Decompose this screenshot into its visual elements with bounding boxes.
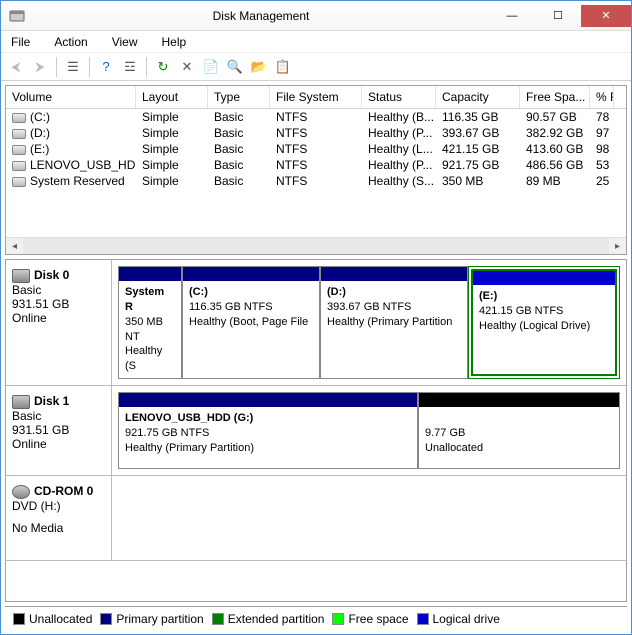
horizontal-scrollbar[interactable]: ◂ ▸	[6, 237, 626, 254]
show-hide-button[interactable]: ☰	[62, 56, 84, 78]
disk-info[interactable]: Disk 1 Basic 931.51 GB Online	[6, 386, 112, 475]
cdrom-icon	[12, 485, 30, 499]
col-volume[interactable]: Volume	[6, 86, 136, 108]
col-capacity[interactable]: Capacity	[436, 86, 520, 108]
refresh-button[interactable]: ↻	[152, 56, 174, 78]
disk-row: Disk 0 Basic 931.51 GB Online System R35…	[6, 260, 626, 386]
drive-icon	[12, 129, 26, 139]
column-headers[interactable]: Volume Layout Type File System Status Ca…	[6, 86, 626, 109]
drive-icon	[12, 161, 26, 171]
delete-button[interactable]: ✕	[176, 56, 198, 78]
menu-view[interactable]: View	[106, 33, 144, 51]
col-pct[interactable]: % F	[590, 86, 614, 108]
partition-g[interactable]: LENOVO_USB_HDD (G:)921.75 GB NTFSHealthy…	[118, 392, 418, 469]
partition-c[interactable]: (C:)116.35 GB NTFSHealthy (Boot, Page Fi…	[182, 266, 320, 379]
menu-action[interactable]: Action	[48, 33, 93, 51]
disk-row: CD-ROM 0 DVD (H:) No Media	[6, 476, 626, 561]
partition-system-reserved[interactable]: System R350 MB NTHealthy (S	[118, 266, 182, 379]
open-button[interactable]: 📂	[248, 56, 270, 78]
volume-row[interactable]: (E:)SimpleBasicNTFSHealthy (L...421.15 G…	[6, 141, 626, 157]
volume-row[interactable]: System ReservedSimpleBasicNTFSHealthy (S…	[6, 173, 626, 189]
partition-unallocated[interactable]: 9.77 GBUnallocated	[418, 392, 620, 469]
scroll-right-icon[interactable]: ▸	[609, 238, 626, 255]
help-button[interactable]: ?	[95, 56, 117, 78]
volume-rows: (C:)SimpleBasicNTFSHealthy (B...116.35 G…	[6, 109, 626, 237]
titlebar: Disk Management — ☐ ✕	[1, 1, 631, 31]
col-status[interactable]: Status	[362, 86, 436, 108]
volume-row[interactable]: (C:)SimpleBasicNTFSHealthy (B...116.35 G…	[6, 109, 626, 125]
volume-list: Volume Layout Type File System Status Ca…	[5, 85, 627, 255]
maximize-button[interactable]: ☐	[535, 5, 581, 27]
col-free[interactable]: Free Spa...	[520, 86, 590, 108]
app-icon	[9, 8, 25, 24]
minimize-button[interactable]: —	[489, 5, 535, 27]
volume-row[interactable]: LENOVO_USB_HD...SimpleBasicNTFSHealthy (…	[6, 157, 626, 173]
menu-file[interactable]: File	[5, 33, 36, 51]
extended-partition: (E:)421.15 GB NTFSHealthy (Logical Drive…	[468, 266, 620, 379]
drive-icon	[12, 145, 26, 155]
toolbar: ⮜ ⮞ ☰ ? ☲ ↻ ✕ 📄 🔍 📂 📋	[1, 53, 631, 81]
disk-icon	[12, 395, 30, 409]
drive-icon	[12, 113, 26, 123]
menu-help[interactable]: Help	[156, 33, 193, 51]
disk-info[interactable]: CD-ROM 0 DVD (H:) No Media	[6, 476, 112, 560]
window-title: Disk Management	[33, 9, 489, 23]
properties-button[interactable]: 📄	[200, 56, 222, 78]
col-fs[interactable]: File System	[270, 86, 362, 108]
scroll-left-icon[interactable]: ◂	[6, 238, 23, 255]
menubar: File Action View Help	[1, 31, 631, 53]
disk-info[interactable]: Disk 0 Basic 931.51 GB Online	[6, 260, 112, 385]
settings-button[interactable]: ☲	[119, 56, 141, 78]
drive-icon	[12, 177, 26, 187]
legend: Unallocated Primary partition Extended p…	[5, 606, 627, 630]
disk-row: Disk 1 Basic 931.51 GB Online LENOVO_USB…	[6, 386, 626, 476]
col-type[interactable]: Type	[208, 86, 270, 108]
volume-row[interactable]: (D:)SimpleBasicNTFSHealthy (P...393.67 G…	[6, 125, 626, 141]
close-button[interactable]: ✕	[581, 5, 631, 27]
forward-button: ⮞	[29, 56, 51, 78]
action-button[interactable]: 📋	[272, 56, 294, 78]
col-layout[interactable]: Layout	[136, 86, 208, 108]
rescan-button[interactable]: 🔍	[224, 56, 246, 78]
back-button: ⮜	[5, 56, 27, 78]
partition-e[interactable]: (E:)421.15 GB NTFSHealthy (Logical Drive…	[471, 269, 617, 376]
disk-graphical-view: Disk 0 Basic 931.51 GB Online System R35…	[5, 259, 627, 602]
disk-icon	[12, 269, 30, 283]
partition-d[interactable]: (D:)393.67 GB NTFSHealthy (Primary Parti…	[320, 266, 468, 379]
